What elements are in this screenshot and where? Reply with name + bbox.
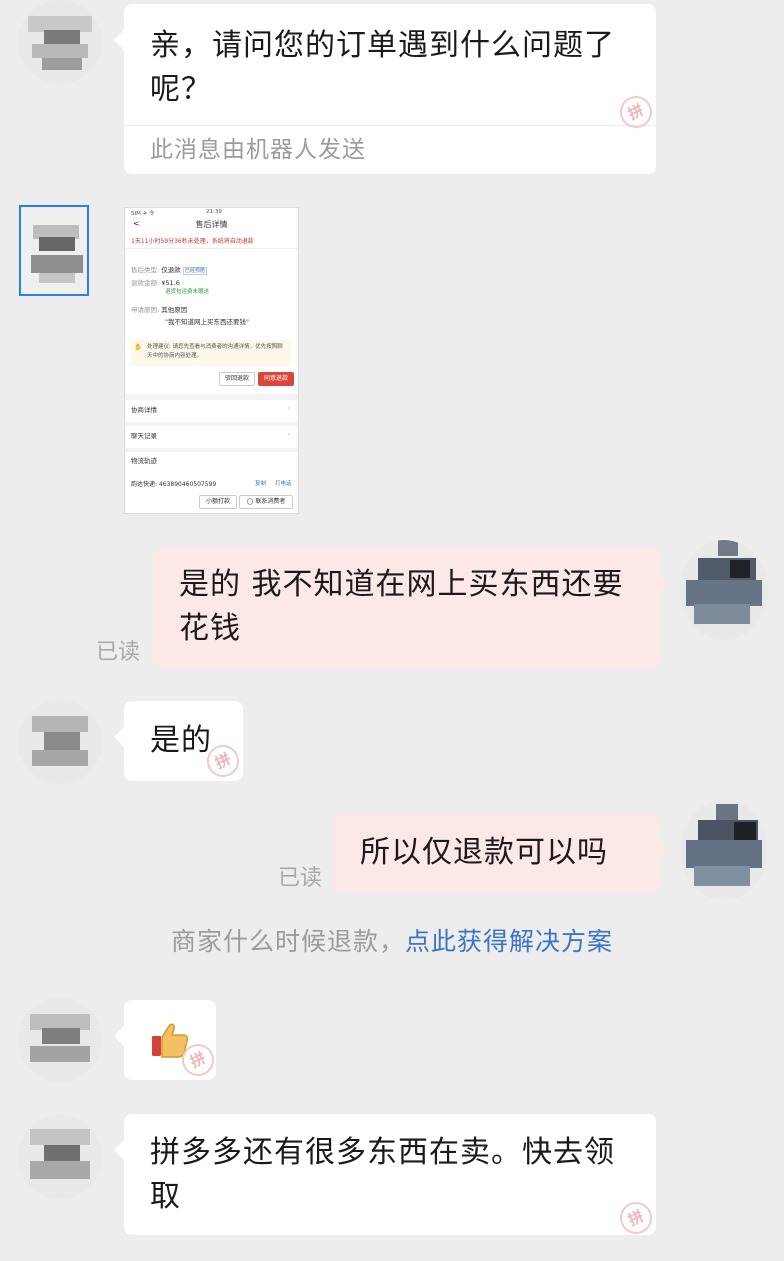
amount-value: ¥51.6 bbox=[161, 279, 180, 287]
status-time: 21:39 bbox=[206, 209, 222, 215]
reason-value: 其他原因 bbox=[161, 306, 188, 314]
negotiate-row[interactable]: 协商详情 › bbox=[131, 404, 292, 414]
system-tip: 商家什么时候退款，点此获得解决方案 bbox=[0, 922, 784, 962]
call-link[interactable]: 打电话 bbox=[275, 479, 292, 487]
message-text: 是的 我不知道在网上买东西还要花钱 bbox=[179, 567, 624, 646]
chat-bubble-icon: ◯ bbox=[246, 498, 254, 505]
user-message-bubble: 所以仅退款可以吗 bbox=[334, 814, 669, 892]
suggestion-box: ✋ 处理建议: 请您先查看与消费者的沟通详情，优先按照聊天中的协商内容处理。 bbox=[131, 340, 291, 366]
avatar-user[interactable] bbox=[680, 800, 768, 900]
express-number: 韵达快递: 463890460507599 bbox=[131, 481, 217, 488]
avatar-merchant[interactable] bbox=[18, 1115, 102, 1199]
avatar-user[interactable] bbox=[680, 540, 768, 640]
contact-consumer-label: 联系消费者 bbox=[255, 498, 286, 505]
agree-refund-button[interactable]: 同意退款 bbox=[258, 372, 294, 386]
type-value: 仅退款 bbox=[161, 266, 181, 274]
merchant-message-bubble: 拼 bbox=[114, 1000, 220, 1082]
avatar-merchant[interactable] bbox=[18, 0, 102, 84]
contact-consumer-button[interactable]: ◯ 联系消费者 bbox=[239, 495, 293, 509]
avatar-merchant-selected[interactable] bbox=[19, 205, 89, 296]
merchant-message-bubble: 拼多多还有很多东西在卖。快去领取 拼 bbox=[114, 1114, 658, 1240]
status-carrier: SIM ✈ 令 bbox=[131, 211, 155, 217]
robot-sent-note: 此消息由机器人发送 bbox=[124, 125, 656, 174]
message-text: 亲，请问您的订单遇到什么问题了呢？ bbox=[150, 28, 615, 107]
reason-label: 申请原因: bbox=[131, 306, 160, 314]
avatar-merchant[interactable] bbox=[18, 998, 102, 1082]
reject-refund-button[interactable]: 驳回退款 bbox=[219, 372, 255, 386]
negotiate-label: 协商详情 bbox=[131, 406, 157, 414]
user-message-bubble: 是的 我不知道在网上买东西还要花钱 bbox=[153, 547, 669, 668]
chevron-right-icon: › bbox=[287, 430, 290, 438]
reason-detail: "我不知道网上买东西还要钱" bbox=[165, 318, 249, 326]
read-status: 已读 bbox=[96, 640, 141, 665]
avatar-merchant[interactable] bbox=[18, 700, 102, 784]
solution-link[interactable]: 点此获得解决方案 bbox=[405, 927, 613, 956]
countdown-text: 1天11小时59分36秒未处理，系统将自动退款 bbox=[131, 238, 254, 245]
robot-message-bubble: 亲，请问您的订单遇到什么问题了呢？ 此消息由机器人发送 拼 bbox=[114, 4, 658, 174]
screenshot-title: 售后详情 bbox=[195, 220, 228, 229]
system-tip-text: 商家什么时候退款， bbox=[170, 927, 405, 956]
chat-record-label: 聊天记录 bbox=[131, 432, 157, 440]
chevron-right-icon: › bbox=[287, 404, 290, 412]
merchant-message-bubble: 是的 拼 bbox=[114, 701, 245, 783]
message-text: 拼多多还有很多东西在卖。快去领取 bbox=[150, 1135, 615, 1214]
amount-label: 退款金额: bbox=[131, 279, 160, 287]
suggestion-text: 处理建议: 请您先查看与消费者的沟通详情，优先按照聊天中的协商内容处理。 bbox=[147, 344, 283, 359]
amount-note: 退货包运费未赠送 bbox=[165, 289, 210, 295]
message-text: 所以仅退款可以吗 bbox=[360, 835, 608, 870]
type-label: 售后类型: bbox=[131, 266, 160, 274]
type-badge: 已经预赔 bbox=[182, 267, 207, 275]
message-text: 是的 bbox=[150, 723, 212, 758]
logistics-label: 物流轨迹 bbox=[131, 457, 157, 465]
small-payment-button[interactable]: 小额打款 bbox=[199, 495, 237, 509]
read-status: 已读 bbox=[278, 866, 323, 891]
chat-record-row[interactable]: 聊天记录 › bbox=[131, 430, 292, 440]
handshake-icon: ✋ bbox=[134, 343, 143, 351]
copy-link[interactable]: 复制 bbox=[255, 479, 266, 487]
aftersale-screenshot-image[interactable]: SIM ✈ 令 21:39 < 售后详情 1天11小时59分36秒未处理，系统将… bbox=[124, 207, 299, 514]
back-chevron-icon: < bbox=[133, 219, 140, 228]
